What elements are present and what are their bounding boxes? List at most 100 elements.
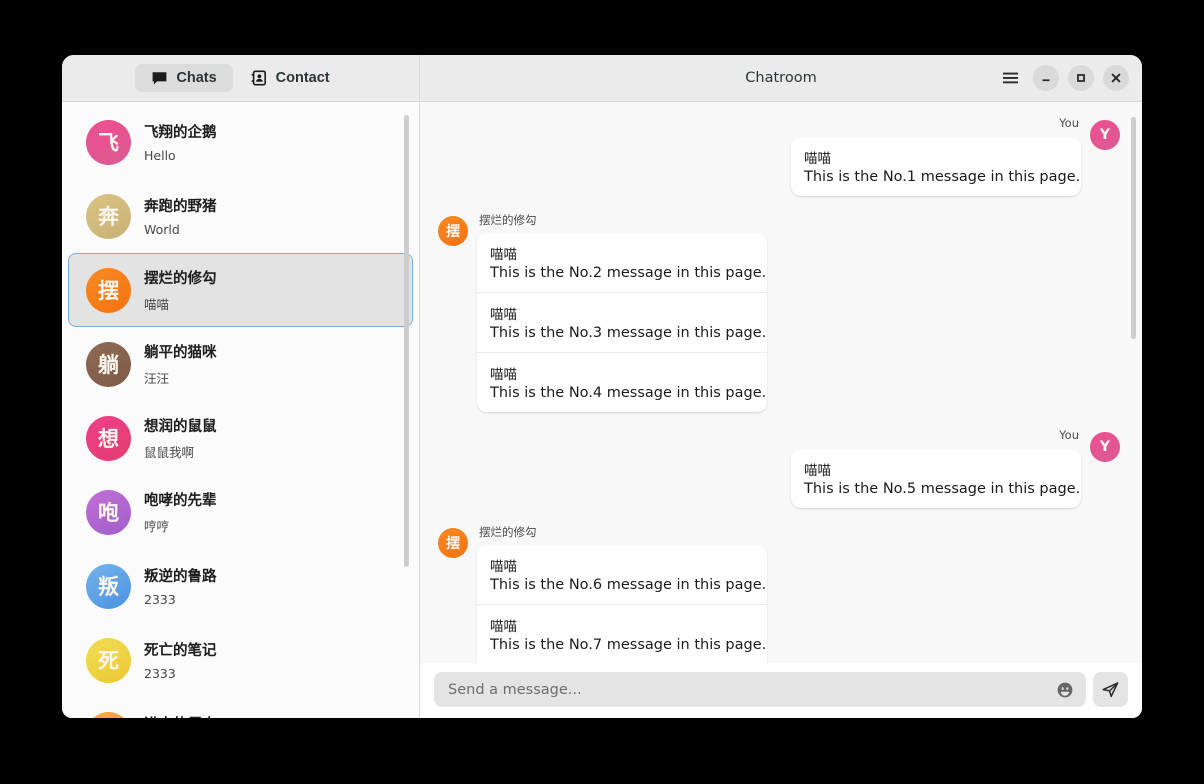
chat-list-item[interactable]: 死死亡的笔记 2333	[68, 623, 413, 697]
message-bubble-card: 喵喵 This is the No.5 message in this page.	[791, 449, 1081, 508]
message-group: 摆摆烂的修勾喵喵 This is the No.2 message in this…	[438, 212, 1120, 412]
sidebar-header: Chats Contact	[62, 55, 420, 101]
message-title: 喵喵	[490, 247, 517, 263]
message-bubble[interactable]: 喵喵 This is the No.4 message in this page.	[477, 352, 767, 412]
messages-scrollbar[interactable]	[1131, 117, 1136, 339]
chat-list-item-preview: 鼠鼠我啊	[144, 445, 195, 460]
chat-list-item[interactable]: 摆摆烂的修勾喵喵	[68, 253, 413, 327]
header-bar: Chats Contact Chatroom	[62, 55, 1142, 102]
chat-list-item-preview: 哼哼	[144, 519, 170, 534]
message-bubble[interactable]: 喵喵 This is the No.1 message in this page.	[791, 137, 1081, 196]
chat-list-item[interactable]: 咆咆哮的先辈哼哼	[68, 475, 413, 549]
send-paper-plane-icon[interactable]	[1093, 672, 1128, 707]
avatar: 咆	[86, 489, 131, 535]
chat-list-item-preview: 2333	[144, 592, 176, 607]
message-title: 喵喵	[490, 307, 517, 323]
chat-list-item-preview: World	[144, 222, 180, 237]
chat-list-item-preview: 汪汪	[144, 371, 170, 386]
message-avatar: 摆	[438, 528, 468, 558]
chat-list-item-name: 飞翔的企鹅	[144, 125, 217, 141]
chat-bubble-icon	[151, 71, 168, 86]
chat-header: Chatroom	[420, 55, 1142, 101]
message-group: You 喵喵 This is the No.1 message in this pa…	[438, 116, 1120, 196]
window-controls	[996, 64, 1129, 92]
chat-list-item-name: 咆哮的先辈	[144, 493, 217, 509]
menu-icon[interactable]	[996, 64, 1024, 92]
tab-contact-label: Contact	[275, 70, 330, 86]
chat-list-item-name: 进击的巨人	[144, 713, 217, 718]
message-bubble[interactable]: 喵喵 This is the No.6 message in this page.	[477, 545, 767, 604]
avatar: 飞	[86, 119, 131, 165]
message-title: 喵喵	[490, 559, 517, 575]
message-bubble[interactable]: 喵喵 This is the No.2 message in this page.	[477, 233, 767, 292]
message-composer	[420, 663, 1142, 718]
maximize-icon[interactable]	[1068, 65, 1094, 91]
message-title: 喵喵	[490, 619, 517, 635]
chat-list-item-preview: 喵喵	[144, 297, 170, 312]
chat-application-window: Chats Contact Chatroom 飞 飞翔的企鹅 Hello 奔 奔…	[62, 55, 1142, 718]
avatar: 叛	[86, 563, 131, 609]
message-title: 喵喵	[490, 367, 517, 383]
message-bubble[interactable]: 喵喵 This is the No.7 message in this page.	[477, 604, 767, 663]
chat-list-item-preview: 2333	[144, 666, 176, 681]
chat-list-item[interactable]: 奔奔跑的野猪 World	[68, 179, 413, 253]
chat-list-item[interactable]: 躺躺平的猫咪汪汪	[68, 327, 413, 401]
message-sender-name: 摆烂的修勾	[479, 525, 537, 539]
message-avatar: Y	[1090, 120, 1120, 150]
emoji-smiley-icon[interactable]	[1052, 677, 1078, 703]
close-icon[interactable]	[1103, 65, 1129, 91]
avatar: 死	[86, 637, 131, 683]
message-text: This is the No.4 message in this page.	[490, 385, 767, 401]
avatar: 摆	[86, 267, 131, 313]
chat-list-item-preview: Hello	[144, 148, 176, 163]
message-avatar: Y	[1090, 432, 1120, 462]
avatar: 想	[86, 415, 131, 461]
message-text: This is the No.6 message in this page.	[490, 577, 767, 593]
chat-list-item-name: 躺平的猫咪	[144, 345, 217, 361]
sidebar-scrollbar[interactable]	[404, 115, 409, 567]
chat-list-item-name: 奔跑的野猪	[144, 199, 217, 215]
message-input[interactable]	[448, 681, 1052, 698]
tab-chats[interactable]: Chats	[135, 64, 233, 92]
address-book-icon	[251, 70, 268, 86]
tab-chats-label: Chats	[176, 70, 217, 86]
avatar: 躺	[86, 341, 131, 387]
message-bubble-card: 喵喵 This is the No.1 message in this page.	[791, 137, 1081, 196]
avatar: 进	[86, 711, 131, 718]
window-body: 飞飞翔的企鹅 Hello 奔奔跑的野猪 World 摆摆烂的修勾 喵喵躺躺平的猫咪 汪汪想想…	[62, 102, 1142, 718]
message-sender-name: 摆烂的修勾	[479, 213, 537, 227]
message-text: This is the No.1 message in this page.	[804, 169, 1081, 185]
message-list: You 喵喵 This is the No.1 message in this pa…	[420, 102, 1142, 663]
message-text: This is the No.7 message in this page.	[490, 637, 767, 653]
chat-list-item-name: 想润的鼠鼠	[144, 419, 217, 435]
chat-panel: You 喵喵 This is the No.1 message in this pa…	[420, 102, 1142, 718]
message-avatar: 摆	[438, 216, 468, 246]
message-text: This is the No.2 message in this page.	[490, 265, 767, 281]
chat-list[interactable]: 飞飞翔的企鹅 Hello 奔奔跑的野猪 World 摆摆烂的修勾喵喵躺躺平的猫咪汪汪想想…	[62, 102, 419, 718]
tab-contact[interactable]: Contact	[235, 64, 346, 92]
message-bubble[interactable]: 喵喵 This is the No.3 message in this page.	[477, 292, 767, 352]
message-bubble-card: 喵喵 This is the No.6 message in this page.…	[477, 545, 767, 663]
chat-list-item[interactable]: 想想润的鼠鼠鼠鼠我啊	[68, 401, 413, 475]
chat-list-item-name: 死亡的笔记	[144, 643, 217, 659]
message-input-wrapper[interactable]	[434, 672, 1086, 707]
avatar: 奔	[86, 193, 131, 239]
minimize-icon[interactable]	[1033, 65, 1059, 91]
message-title: 喵喵	[804, 463, 831, 479]
message-sender-name: You	[1059, 428, 1079, 442]
chat-list-item-name: 摆烂的修勾	[144, 271, 217, 287]
message-sender-name: You	[1059, 116, 1079, 130]
message-title: 喵喵	[804, 151, 831, 167]
chat-list-item[interactable]: 进进击的巨人2333	[68, 697, 413, 718]
message-group: 摆摆烂的修勾喵喵 This is the No.6 message in this…	[438, 524, 1120, 663]
chat-list-item[interactable]: 叛叛逆的鲁路 2333	[68, 549, 413, 623]
tab-bar: Chats Contact	[135, 64, 345, 92]
message-bubble[interactable]: 喵喵 This is the No.5 message in this page.	[791, 449, 1081, 508]
message-text: This is the No.5 message in this page.	[804, 481, 1081, 497]
message-text: This is the No.3 message in this page.	[490, 325, 767, 341]
chat-list-item[interactable]: 飞飞翔的企鹅 Hello	[68, 105, 413, 179]
chat-list-item-name: 叛逆的鲁路	[144, 569, 217, 585]
message-bubble-card: 喵喵 This is the No.2 message in this page.…	[477, 233, 767, 412]
chat-sidebar: 飞飞翔的企鹅 Hello 奔奔跑的野猪 World 摆摆烂的修勾喵喵躺躺平的猫咪汪汪想想…	[62, 102, 420, 718]
message-group: You 喵喵 This is the No.5 message in this pa…	[438, 428, 1120, 508]
